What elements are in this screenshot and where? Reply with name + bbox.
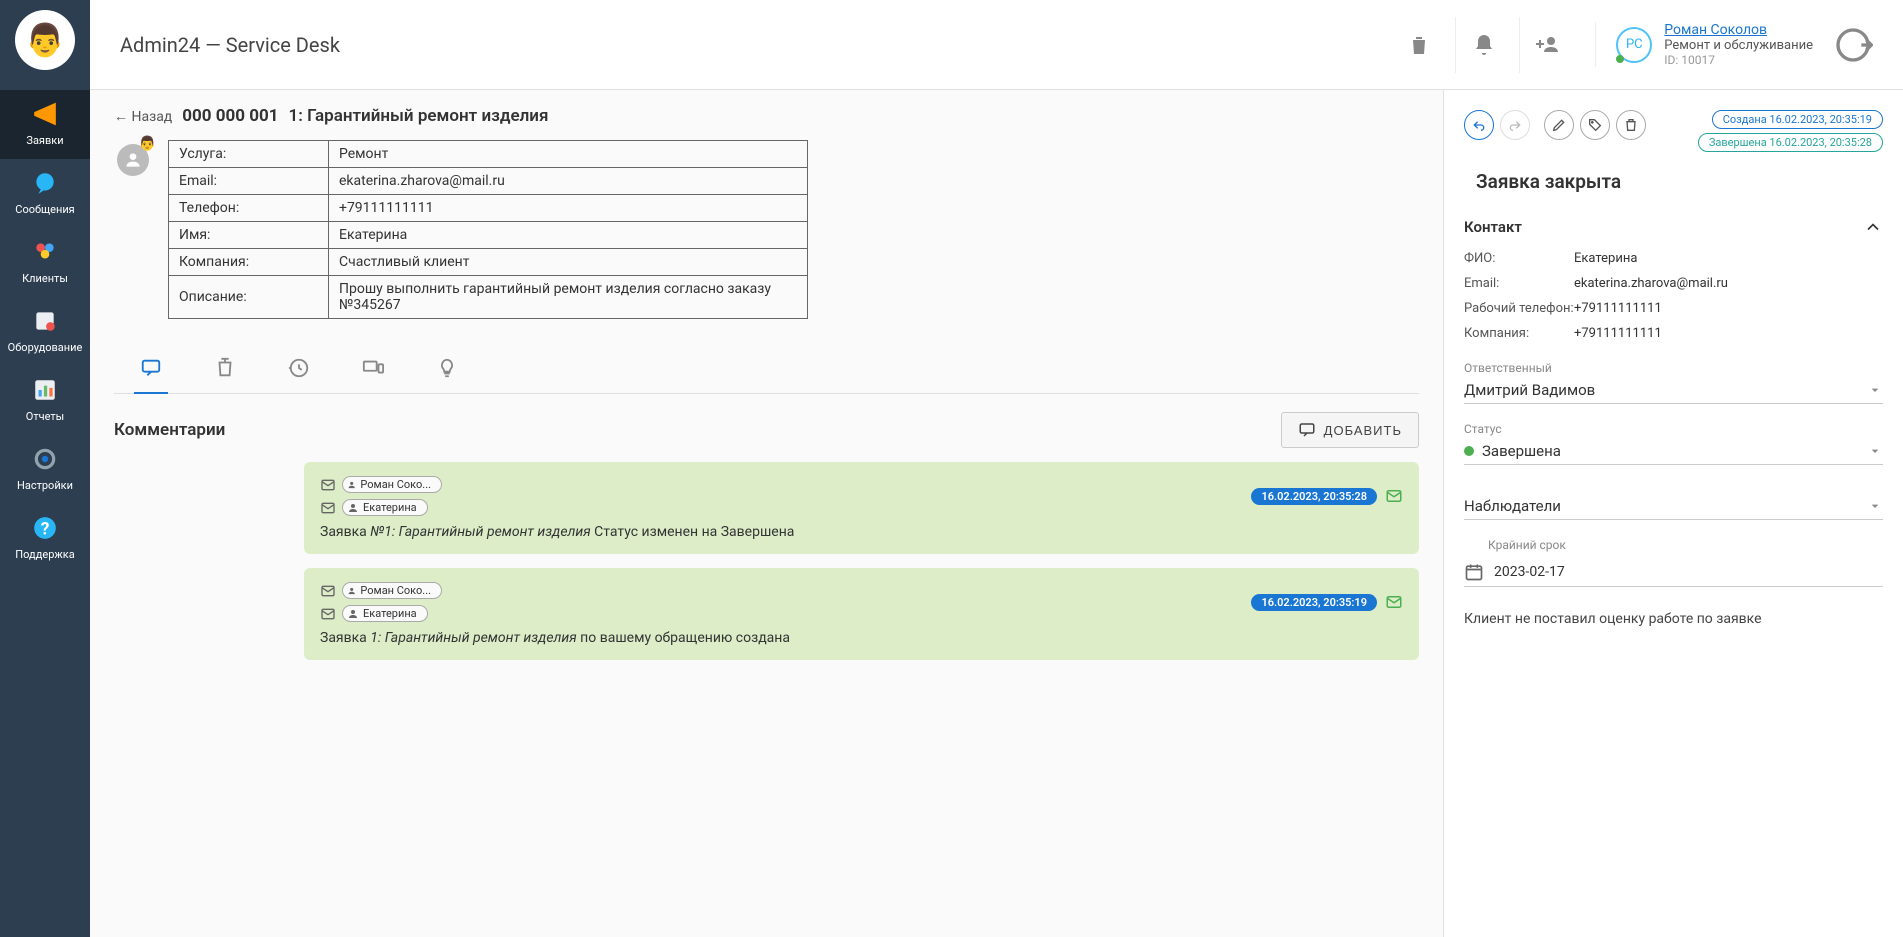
add-user-button[interactable] (1519, 17, 1575, 73)
author-chip: Роман Соко... (342, 476, 442, 493)
side-heading: Заявка закрыта (1464, 170, 1883, 193)
equipment-icon (31, 307, 59, 335)
contact-grid: ФИО:Екатерина Email:ekaterina.zharova@ma… (1464, 251, 1883, 341)
responsible-label: Ответственный (1464, 361, 1883, 375)
status-select[interactable]: Завершена (1464, 438, 1883, 465)
back-link[interactable]: ← Назад (114, 108, 172, 125)
ticket-title: 1: Гарантийный ремонт изделия (289, 106, 549, 126)
notifications-button[interactable] (1455, 17, 1511, 73)
header: Admin24 — Service Desk РС Роман Соколов … (90, 0, 1903, 90)
edit-button[interactable] (1544, 110, 1574, 140)
delete-button[interactable] (1391, 17, 1447, 73)
header-actions (1391, 17, 1575, 73)
side-panel: Создана 16.02.2023, 20:35:19 Завершена 1… (1443, 90, 1903, 937)
mail-icon (320, 606, 336, 622)
tabs (114, 347, 1419, 394)
user-name-link[interactable]: Роман Соколов (1664, 22, 1813, 38)
chevron-down-icon (1867, 498, 1883, 514)
logo: 👨 (15, 10, 75, 70)
sidebar-item-label: Настройки (17, 479, 73, 492)
author-chip: Екатерина (342, 499, 428, 516)
sidebar-item-label: Клиенты (22, 272, 68, 285)
calendar-icon (1464, 562, 1484, 582)
status-dot-icon (1464, 446, 1474, 456)
info-row: Телефон:+79111111111 (169, 195, 808, 222)
svg-text:?: ? (41, 520, 50, 540)
created-badge: Создана 16.02.2023, 20:35:19 (1712, 110, 1883, 129)
sidebar-item-clients[interactable]: Клиенты (0, 228, 90, 297)
sidebar-item-equipment[interactable]: Оборудование (0, 297, 90, 366)
responsible-select[interactable]: Дмитрий Вадимов (1464, 377, 1883, 404)
mail-icon (320, 583, 336, 599)
tab-history[interactable] (208, 347, 242, 393)
chevron-down-icon (1867, 443, 1883, 459)
app-title: Admin24 — Service Desk (120, 33, 1391, 57)
comment-card: Роман Соко... Екатерина 16.02.2023, 20:3… (304, 568, 1419, 660)
chevron-down-icon (1867, 382, 1883, 398)
info-row: Компания:Счастливый клиент (169, 249, 808, 276)
undo-button[interactable] (1464, 110, 1494, 140)
mail-icon (320, 477, 336, 493)
comment-text: Заявка 1: Гарантийный ремонт изделия по … (320, 630, 1403, 646)
tab-comments[interactable] (134, 347, 168, 393)
sidebar-item-messages[interactable]: Сообщения (0, 159, 90, 228)
watchers-select[interactable]: Наблюдатели (1464, 493, 1883, 520)
help-icon: ? (31, 514, 59, 542)
requester-avatar: 👨 (114, 140, 152, 176)
timestamp-badge: 16.02.2023, 20:35:28 (1251, 488, 1377, 505)
megaphone-icon (31, 100, 59, 128)
user-avatar: РС (1616, 27, 1652, 63)
sidebar-item-tickets[interactable]: Заявки (0, 90, 90, 159)
comments-heading: Комментарии (114, 420, 225, 440)
user-block[interactable]: РС Роман Соколов Ремонт и обслуживание I… (1595, 22, 1813, 67)
logout-button[interactable] (1833, 25, 1873, 65)
comment-icon (1298, 421, 1316, 439)
tag-button[interactable] (1580, 110, 1610, 140)
comment-text: Заявка №1: Гарантийный ремонт изделия Ст… (320, 524, 1403, 540)
author-chip: Роман Соко... (342, 582, 442, 599)
sidebar-item-reports[interactable]: Отчеты (0, 366, 90, 435)
info-row: Услуга:Ремонт (169, 141, 808, 168)
tab-devices[interactable] (356, 347, 390, 393)
info-row: Описание:Прошу выполнить гарантийный рем… (169, 276, 808, 319)
ticket-info-table: Услуга:РемонтEmail:ekaterina.zharova@mai… (168, 140, 808, 319)
completed-badge: Завершена 16.02.2023, 20:35:28 (1698, 133, 1883, 152)
content-main: ← Назад 000 000 001 1: Гарантийный ремон… (90, 90, 1443, 937)
delete-side-button[interactable] (1616, 110, 1646, 140)
add-comment-button[interactable]: ДОБАВИТЬ (1281, 412, 1419, 448)
gear-icon (31, 445, 59, 473)
rating-text: Клиент не поставил оценку работе по заяв… (1464, 611, 1883, 627)
sidebar-item-label: Оборудование (8, 341, 83, 354)
mail-icon (320, 500, 336, 516)
tab-time[interactable] (282, 347, 316, 393)
sidebar: 👨 Заявки Сообщения Клиенты Оборудование … (0, 0, 90, 937)
ticket-number: 000 000 001 (182, 106, 278, 126)
info-row: Имя:Екатерина (169, 222, 808, 249)
deadline-label: Крайний срок (1488, 538, 1883, 552)
chart-icon (31, 376, 59, 404)
chat-icon (31, 169, 59, 197)
sidebar-item-label: Отчеты (26, 410, 64, 423)
deadline-field[interactable]: 2023-02-17 (1464, 558, 1883, 587)
sidebar-item-label: Заявки (26, 134, 63, 147)
chevron-up-icon (1863, 217, 1883, 237)
author-chip: Екатерина (342, 605, 428, 622)
mail-check-icon (1385, 487, 1403, 505)
tab-ideas[interactable] (430, 347, 464, 393)
status-label: Статус (1464, 422, 1883, 436)
people-icon (31, 238, 59, 266)
mail-check-icon (1385, 593, 1403, 611)
comment-card: Роман Соко... Екатерина 16.02.2023, 20:3… (304, 462, 1419, 554)
redo-button[interactable] (1500, 110, 1530, 140)
sidebar-item-support[interactable]: ? Поддержка (0, 504, 90, 573)
sidebar-item-label: Поддержка (15, 548, 74, 561)
contact-collapse[interactable]: Контакт (1464, 217, 1883, 237)
sidebar-item-label: Сообщения (15, 203, 74, 216)
user-id: ID: 10017 (1664, 53, 1813, 67)
user-role: Ремонт и обслуживание (1664, 38, 1813, 53)
sidebar-item-settings[interactable]: Настройки (0, 435, 90, 504)
timestamp-badge: 16.02.2023, 20:35:19 (1251, 594, 1377, 611)
info-row: Email:ekaterina.zharova@mail.ru (169, 168, 808, 195)
